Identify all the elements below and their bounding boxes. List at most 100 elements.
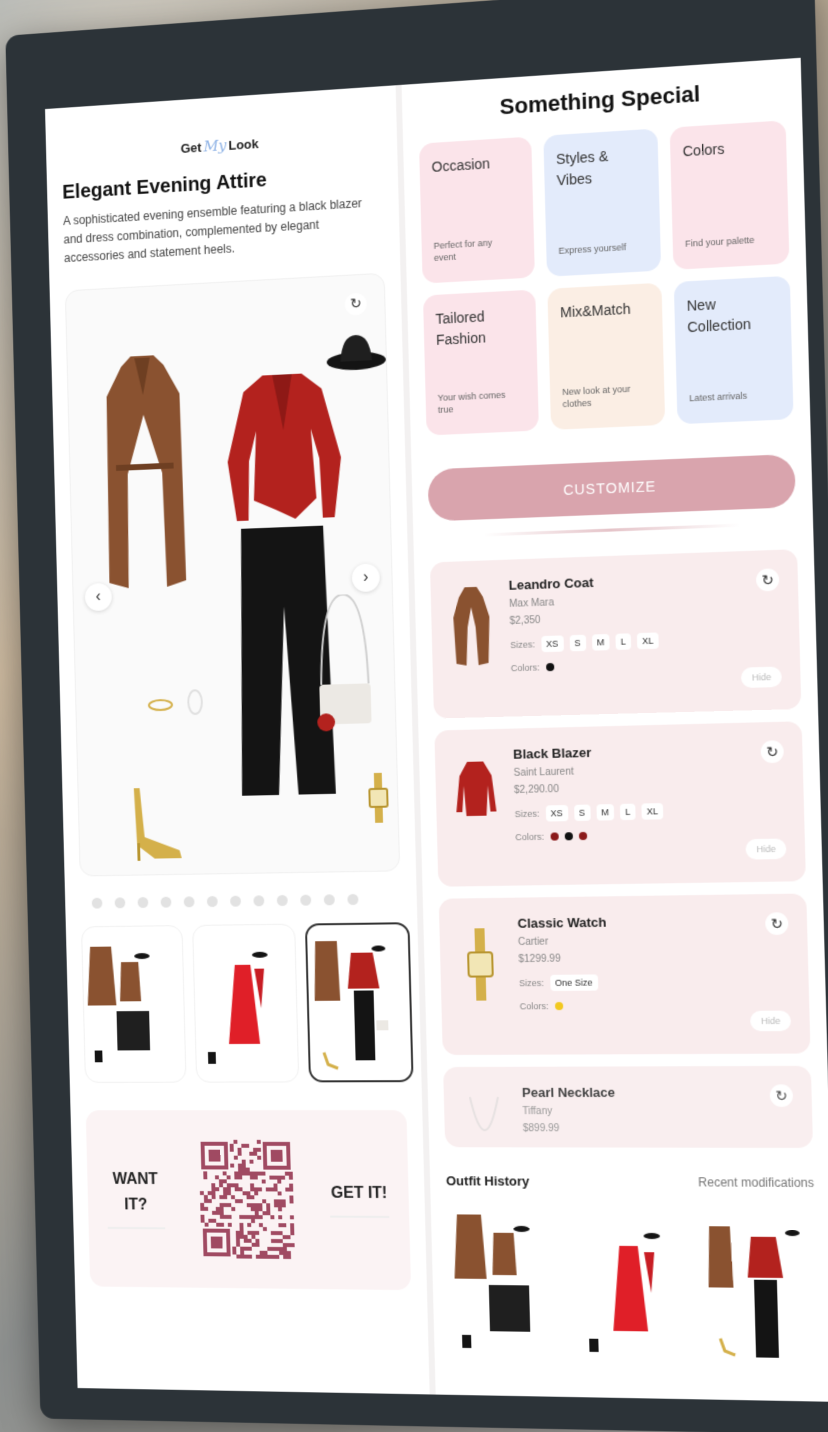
history-header: Outfit History Recent modifications: [446, 1173, 814, 1190]
refresh-icon[interactable]: ↻: [756, 568, 779, 591]
carousel-dot[interactable]: [207, 896, 218, 907]
hide-button[interactable]: Hide: [746, 838, 787, 859]
tile-subtitle: Latest arrivals: [689, 389, 762, 405]
tile-title: New Collection: [686, 291, 778, 339]
carousel-dot[interactable]: [92, 897, 103, 908]
refresh-icon[interactable]: ↻: [765, 912, 789, 935]
color-swatch[interactable]: [564, 832, 572, 840]
qr-code[interactable]: [199, 1139, 295, 1258]
outfit-panel: Get My Look Elegant Evening Attire A sophi…: [45, 85, 430, 1394]
want-it-label[interactable]: WANT IT?: [106, 1167, 165, 1229]
color-swatch[interactable]: [546, 663, 554, 671]
next-button[interactable]: ›: [352, 563, 380, 592]
divider: [483, 524, 740, 537]
brand-suffix: Look: [228, 136, 259, 153]
tile-title: Occasion: [431, 151, 520, 178]
get-it-label[interactable]: GET IT!: [329, 1181, 389, 1219]
item-colors: Colors:: [520, 999, 793, 1011]
colors-label: Colors:: [520, 1001, 549, 1011]
refresh-icon[interactable]: ↻: [760, 740, 784, 763]
carousel-dot[interactable]: [115, 897, 126, 908]
item-price: $2,350: [509, 607, 782, 627]
history-title: Outfit History: [446, 1173, 530, 1188]
item-brand: Saint Laurent: [513, 762, 786, 779]
size-option[interactable]: XL: [641, 803, 663, 820]
carousel-dot[interactable]: [138, 897, 149, 908]
size-option[interactable]: XS: [545, 805, 568, 822]
carousel-dot[interactable]: [277, 895, 288, 906]
hide-button[interactable]: Hide: [750, 1011, 791, 1032]
colors-label: Colors:: [515, 832, 544, 843]
outfit-thumbnail[interactable]: [81, 925, 187, 1083]
size-option[interactable]: M: [592, 634, 610, 651]
size-option[interactable]: L: [615, 633, 631, 650]
outfit-viewer: ↻ ‹ ›: [65, 272, 400, 876]
item-list: Leandro Coat Max Mara $2,350 Sizes: XS S M L XL C…: [430, 549, 813, 1148]
history-item[interactable]: [447, 1204, 564, 1366]
special-title: Something Special: [418, 75, 785, 125]
item-price: $899.99: [523, 1123, 796, 1134]
carousel-dot[interactable]: [161, 896, 172, 907]
size-option[interactable]: XS: [541, 635, 564, 652]
brand-prefix: Get: [180, 140, 201, 156]
watch-thumbnail-icon: [459, 924, 501, 1005]
carousel-dot[interactable]: [347, 893, 358, 904]
history-item[interactable]: [698, 1206, 819, 1371]
category-tile[interactable]: Occasion Perfect for any event: [419, 137, 535, 284]
tile-subtitle: Express yourself: [558, 241, 630, 258]
item-card: Pearl Necklace Tiffany $899.99 ↻: [443, 1066, 813, 1148]
tile-title: Styles & Vibes: [556, 143, 647, 191]
category-tile[interactable]: Mix&Match New look at your clothes: [547, 283, 665, 430]
outfit-thumbnails: [81, 922, 406, 1083]
size-option[interactable]: L: [620, 804, 636, 821]
heels-image: [124, 787, 183, 861]
hide-button[interactable]: Hide: [741, 666, 782, 688]
category-tile[interactable]: New Collection Latest arrivals: [674, 276, 794, 424]
customize-button[interactable]: CUSTOMIZE: [428, 454, 796, 522]
brand-script: My: [203, 136, 227, 155]
tile-subtitle: New look at your clothes: [562, 382, 634, 411]
bag-image: [313, 593, 376, 744]
item-card: Black Blazer Saint Laurent $2,290.00 Sizes:…: [434, 721, 806, 886]
outfit-description: A sophisticated evening ensemble featuri…: [63, 193, 384, 269]
carousel-dot[interactable]: [184, 896, 195, 907]
carousel-dot[interactable]: [324, 894, 335, 905]
item-name: Classic Watch: [517, 912, 790, 931]
carousel-dots: [92, 893, 401, 908]
blazer-thumbnail-icon: [455, 755, 497, 836]
sizes-label: Sizes:: [510, 639, 535, 650]
category-tile[interactable]: Colors Find your palette: [670, 120, 790, 270]
color-swatch[interactable]: [578, 832, 586, 840]
item-price: $2,290.00: [514, 779, 787, 796]
jewelry-image: [143, 687, 211, 718]
size-option[interactable]: S: [574, 805, 591, 821]
tile-title: Colors: [682, 135, 774, 162]
item-sizes: Sizes: One Size: [519, 973, 792, 992]
outfit-thumbnail-selected[interactable]: [305, 922, 414, 1082]
item-card: Classic Watch Cartier $1299.99 Sizes: One Si…: [439, 894, 811, 1056]
carousel-dot[interactable]: [253, 895, 264, 906]
tile-subtitle: Find your palette: [685, 234, 758, 251]
refresh-icon[interactable]: ↻: [770, 1084, 794, 1107]
category-tile[interactable]: Tailored Fashion Your wish comes true: [423, 290, 539, 436]
item-brand: Cartier: [518, 934, 791, 948]
size-option[interactable]: One Size: [550, 974, 598, 991]
history-item[interactable]: [571, 1205, 690, 1369]
outfit-thumbnail[interactable]: [192, 923, 299, 1082]
carousel-dot[interactable]: [300, 894, 311, 905]
color-swatch[interactable]: [554, 1002, 562, 1010]
item-brand: Tiffany: [522, 1106, 795, 1117]
color-swatch[interactable]: [550, 832, 558, 840]
tile-title: Mix&Match: [560, 298, 650, 324]
size-option[interactable]: S: [569, 635, 586, 652]
size-option[interactable]: M: [596, 804, 614, 821]
item-price: $1299.99: [518, 951, 791, 965]
refresh-icon[interactable]: ↻: [345, 292, 367, 315]
category-tile[interactable]: Styles & Vibes Express yourself: [543, 128, 661, 276]
prev-button[interactable]: ‹: [85, 582, 112, 610]
carousel-dot[interactable]: [230, 895, 241, 906]
tile-title: Tailored Fashion: [435, 304, 524, 351]
tile-subtitle: Perfect for any event: [433, 236, 504, 265]
size-option[interactable]: XL: [637, 632, 659, 649]
watch-image: [367, 772, 390, 822]
